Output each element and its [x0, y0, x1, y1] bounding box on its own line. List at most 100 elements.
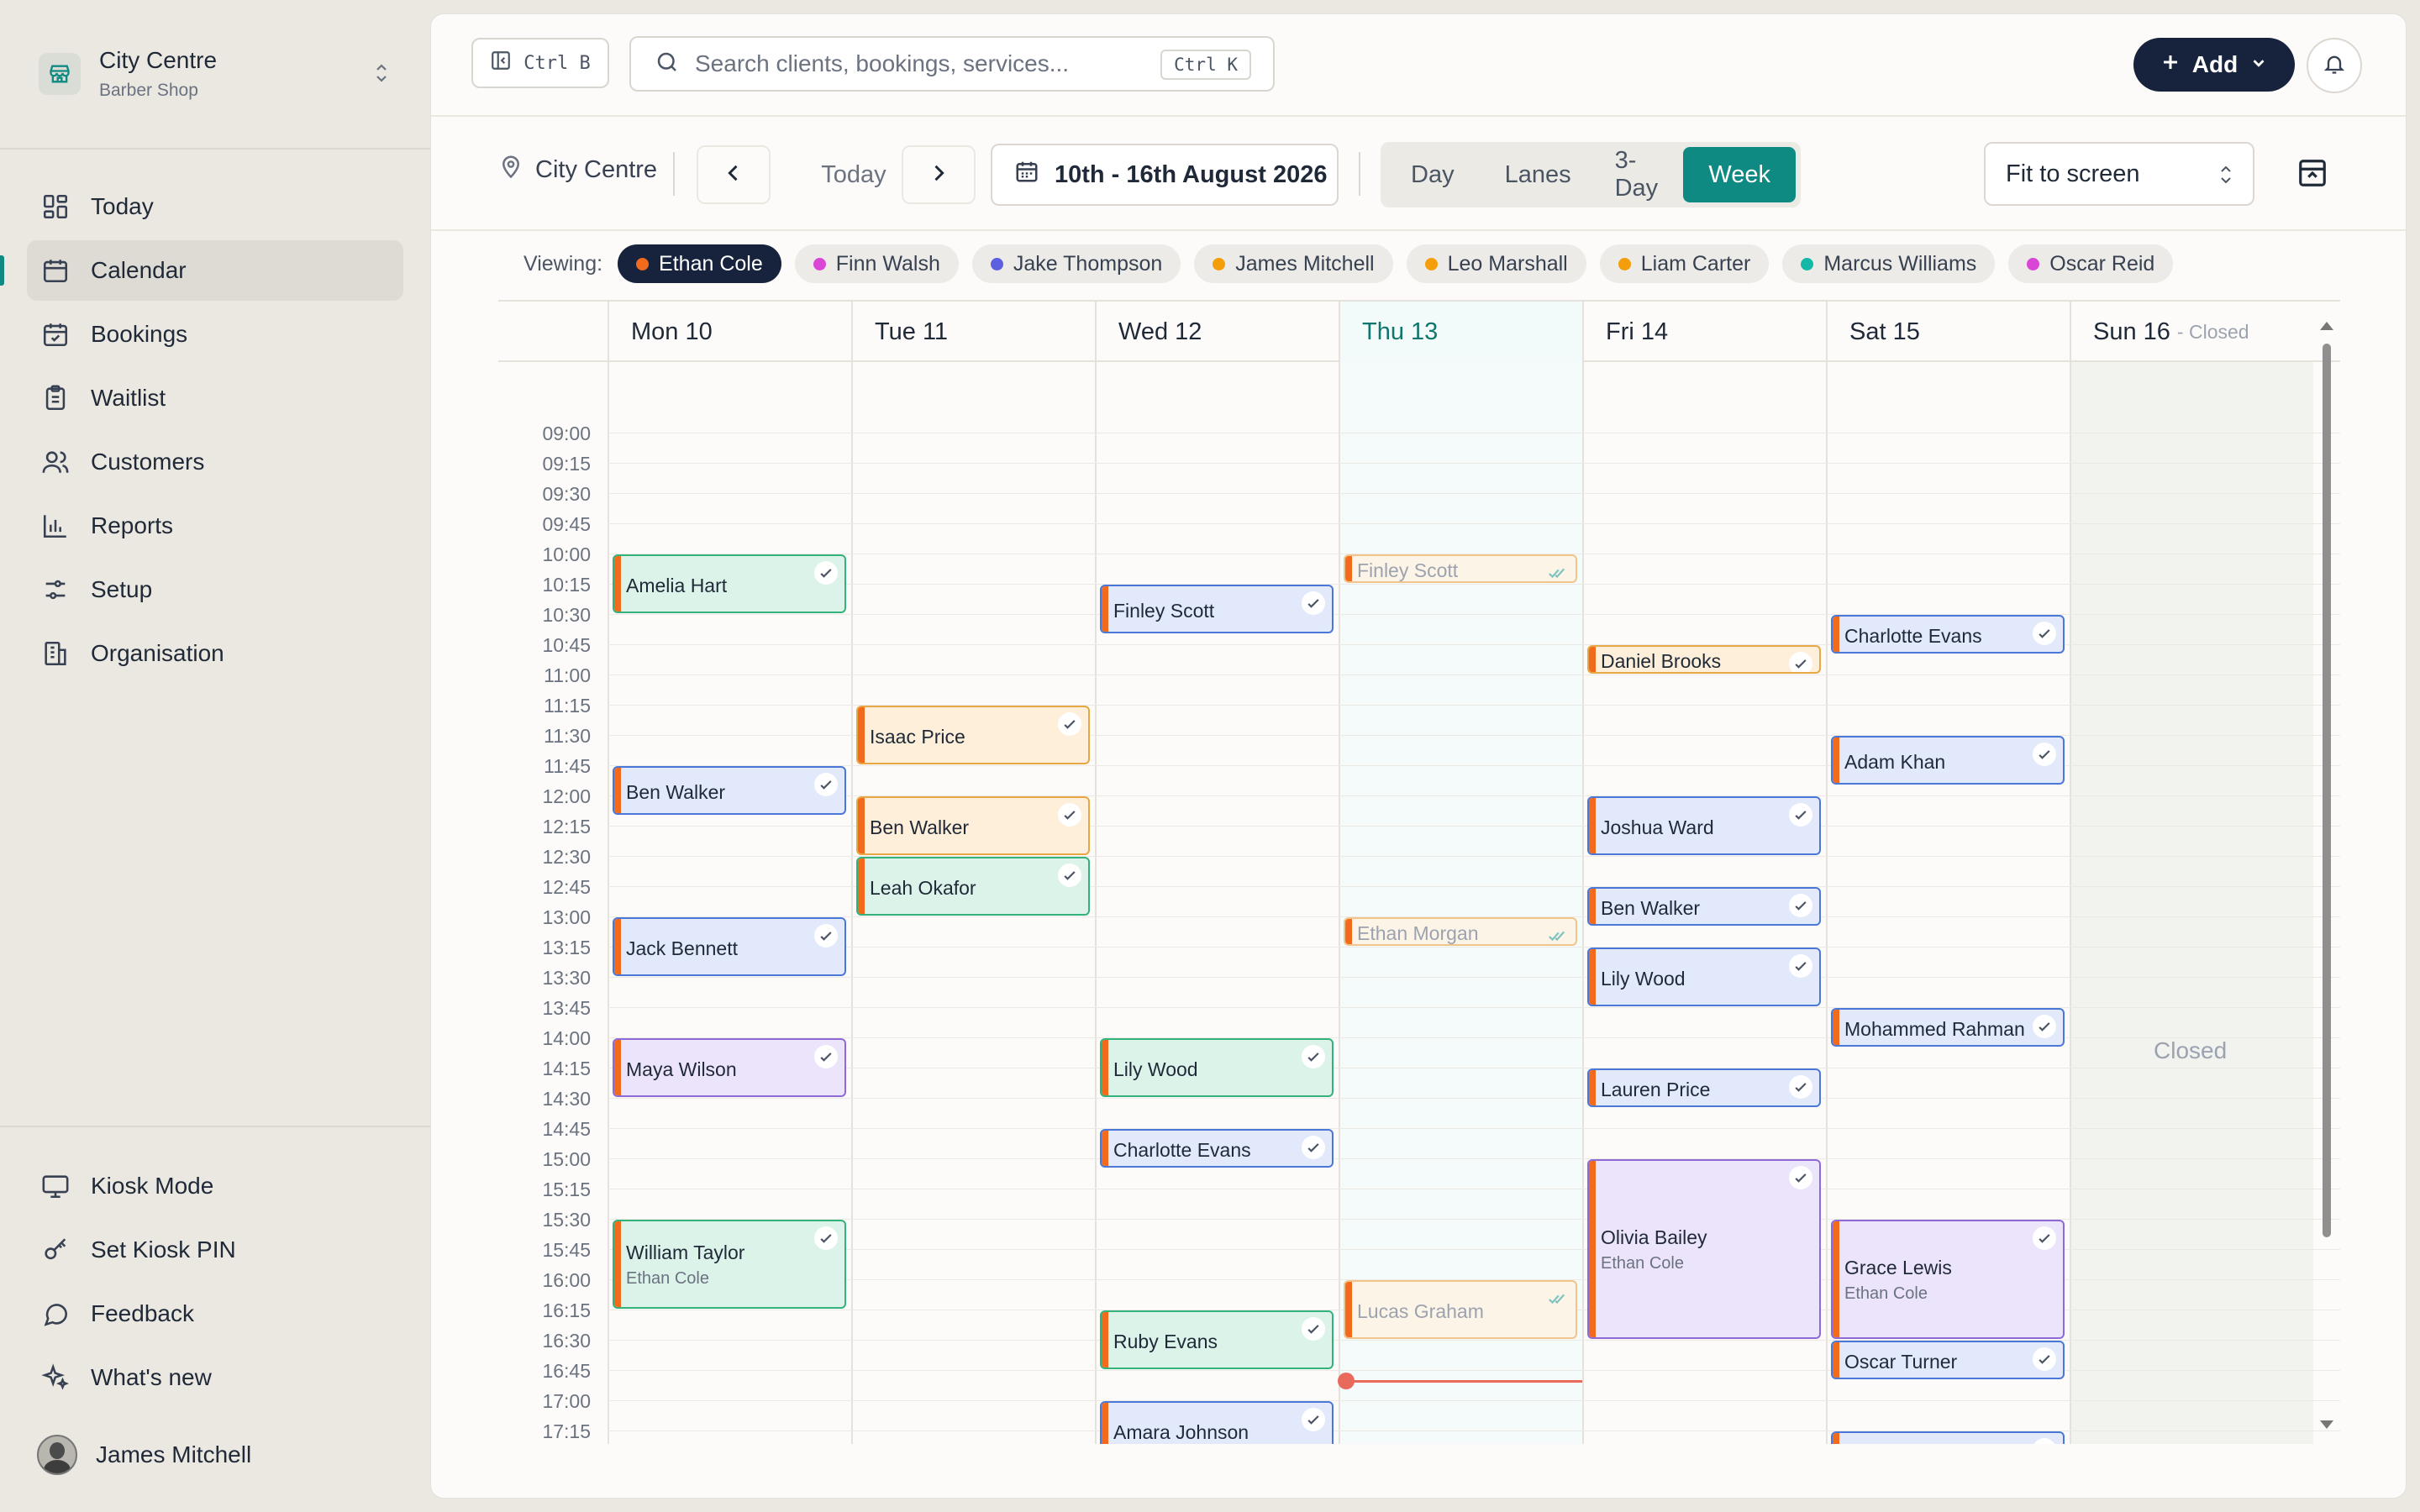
organisation-switcher[interactable]: City Centre Barber Shop: [39, 40, 392, 108]
today-button[interactable]: Today: [791, 147, 917, 202]
view-3-day[interactable]: 3-Day: [1597, 147, 1684, 202]
scroll-down-arrow[interactable]: [2320, 1420, 2333, 1429]
appointment-card[interactable]: Finley Scott: [1100, 585, 1334, 633]
appointment-card[interactable]: Ben Walker: [613, 766, 846, 815]
appointment-card[interactable]: Mohammed Rahman: [1831, 1008, 2065, 1047]
nav-item-set-kiosk-pin[interactable]: Set Kiosk PIN: [27, 1220, 403, 1280]
appointment-card[interactable]: Olivia Bailey Ethan Cole: [1587, 1159, 1821, 1339]
view-day[interactable]: Day: [1386, 147, 1480, 202]
nav-item-bookings[interactable]: Bookings: [27, 304, 403, 365]
day-header[interactable]: Fri 14: [1582, 302, 1826, 362]
nav-label: Organisation: [91, 640, 224, 666]
add-button[interactable]: Add: [2133, 38, 2295, 92]
nav-item-organisation[interactable]: Organisation: [27, 623, 403, 684]
appointment-client: Olivia Bailey: [1601, 1226, 1707, 1248]
nav-item-today[interactable]: Today: [27, 176, 403, 237]
search-bar[interactable]: Ctrl K: [629, 36, 1275, 92]
appointment-card[interactable]: Ben Walker: [1587, 887, 1821, 926]
grid-line: [608, 1370, 2340, 1371]
staff-chip-james-mitchell[interactable]: James Mitchell: [1194, 244, 1393, 283]
staff-chip-oscar-reid[interactable]: Oscar Reid: [2008, 244, 2174, 283]
check-icon: [1789, 652, 1812, 672]
nav-item-customers[interactable]: Customers: [27, 432, 403, 492]
staff-chip-marcus-williams[interactable]: Marcus Williams: [1782, 244, 1996, 283]
appointment-card[interactable]: Ben Walker: [856, 796, 1090, 855]
nav-item-calendar[interactable]: Calendar: [27, 240, 403, 301]
closed-note: - Closed: [2176, 320, 2249, 343]
grid-line: [608, 614, 2340, 615]
appointment-card[interactable]: Charlotte Evans: [1100, 1129, 1334, 1168]
staff-chip-liam-carter[interactable]: Liam Carter: [1599, 244, 1770, 283]
appointment-card[interactable]: Adam Khan: [1831, 736, 2065, 785]
zoom-select[interactable]: Fit to screen: [1984, 142, 2254, 206]
appointment-card[interactable]: Daniel Brooks: [1587, 645, 1821, 674]
grid-line: [608, 584, 2340, 585]
staff-chip-ethan-cole[interactable]: Ethan Cole: [618, 244, 781, 283]
location-selector[interactable]: City Centre: [498, 154, 657, 186]
time-label: 10:15: [542, 574, 591, 596]
appointment-card[interactable]: Lily Wood: [1587, 948, 1821, 1006]
search-input[interactable]: [695, 50, 1165, 77]
staff-chip-finn-walsh[interactable]: Finn Walsh: [794, 244, 959, 283]
appointment-card[interactable]: Ethan Morgan: [1344, 917, 1577, 946]
staff-chip-leo-marshall[interactable]: Leo Marshall: [1406, 244, 1586, 283]
appointment-card[interactable]: Lucas Graham: [1344, 1280, 1577, 1339]
toggle-sidebar-button[interactable]: Ctrl B: [471, 38, 609, 88]
notifications-button[interactable]: [2307, 38, 2362, 93]
nav-item-feedback[interactable]: Feedback: [27, 1284, 403, 1344]
calendar-scrollbar[interactable]: [2320, 313, 2333, 1447]
appointment-card[interactable]: Lauren Price: [1587, 1068, 1821, 1107]
nav-item-setup[interactable]: Setup: [27, 559, 403, 620]
appointment-client: Jack Bennett: [626, 937, 738, 959]
scroll-thumb[interactable]: [2323, 344, 2331, 1237]
day-header[interactable]: Wed 12: [1095, 302, 1339, 362]
next-week-button[interactable]: [902, 145, 976, 204]
time-label: 13:15: [542, 937, 591, 958]
appointment-card[interactable]: Oscar Turner: [1831, 1341, 2065, 1379]
appointment-card[interactable]: Jack Bennett: [613, 917, 846, 976]
appointment-card[interactable]: Maya Wilson: [613, 1038, 846, 1097]
nav-item-whats-new[interactable]: What's new: [27, 1347, 403, 1408]
appointment-card[interactable]: Charlotte Evans: [1831, 615, 2065, 654]
day-header[interactable]: Mon 10: [608, 302, 851, 362]
monitor-icon: [40, 1171, 71, 1201]
appointment-card[interactable]: Grace Lewis Ethan Cole: [1831, 1220, 2065, 1339]
appointment-card[interactable]: William Taylor Ethan Cole: [613, 1220, 846, 1309]
day-header[interactable]: Sat 15: [1826, 302, 2070, 362]
time-label: 16:30: [542, 1330, 591, 1352]
appointment-card[interactable]: Joshua Ward: [1587, 796, 1821, 855]
toolbar-divider: [1359, 152, 1360, 196]
user-profile[interactable]: James Mitchell: [37, 1435, 251, 1475]
appointment-client: Ben Walker: [870, 816, 970, 838]
previous-week-button[interactable]: [697, 145, 771, 204]
view-lanes[interactable]: Lanes: [1480, 147, 1597, 202]
day-header[interactable]: Tue 11: [851, 302, 1095, 362]
staff-chip-jake-thompson[interactable]: Jake Thompson: [971, 244, 1181, 283]
check-icon: [814, 773, 838, 796]
appointment-card[interactable]: Finley Scott: [1344, 554, 1577, 583]
date-range-picker[interactable]: 10th - 16th August 2026: [991, 144, 1339, 206]
scroll-up-arrow[interactable]: [2320, 322, 2333, 330]
nav-label: Kiosk Mode: [91, 1173, 214, 1199]
appointment-card[interactable]: Amelia Hart: [613, 554, 846, 613]
nav-item-kiosk-mode[interactable]: Kiosk Mode: [27, 1156, 403, 1216]
appointment-card[interactable]: Amara Johnson: [1100, 1401, 1334, 1444]
appointment-card[interactable]: Ruby Evans: [1100, 1310, 1334, 1369]
appointment-card[interactable]: Leah Okafor: [856, 857, 1090, 916]
check-icon: [1789, 894, 1812, 917]
day-column[interactable]: [1095, 362, 1339, 1444]
day-header[interactable]: Thu 13: [1339, 302, 1582, 362]
day-header[interactable]: Sun 16 - Closed: [2070, 302, 2313, 362]
check-icon: [1058, 803, 1081, 827]
day-column[interactable]: [2070, 362, 2313, 1444]
appointment-card[interactable]: Isaac Price: [856, 706, 1090, 764]
collapse-panel-button[interactable]: [2283, 145, 2342, 204]
sparkles-icon: [40, 1362, 71, 1393]
appointment-card[interactable]: Lily Wood: [1100, 1038, 1334, 1097]
nav-item-waitlist[interactable]: Waitlist: [27, 368, 403, 428]
appointment-card[interactable]: [1831, 1431, 2065, 1444]
view-week[interactable]: Week: [1683, 147, 1796, 202]
appointment-client: Ben Walker: [626, 781, 726, 803]
time-label: 11:45: [544, 755, 591, 777]
nav-item-reports[interactable]: Reports: [27, 496, 403, 556]
